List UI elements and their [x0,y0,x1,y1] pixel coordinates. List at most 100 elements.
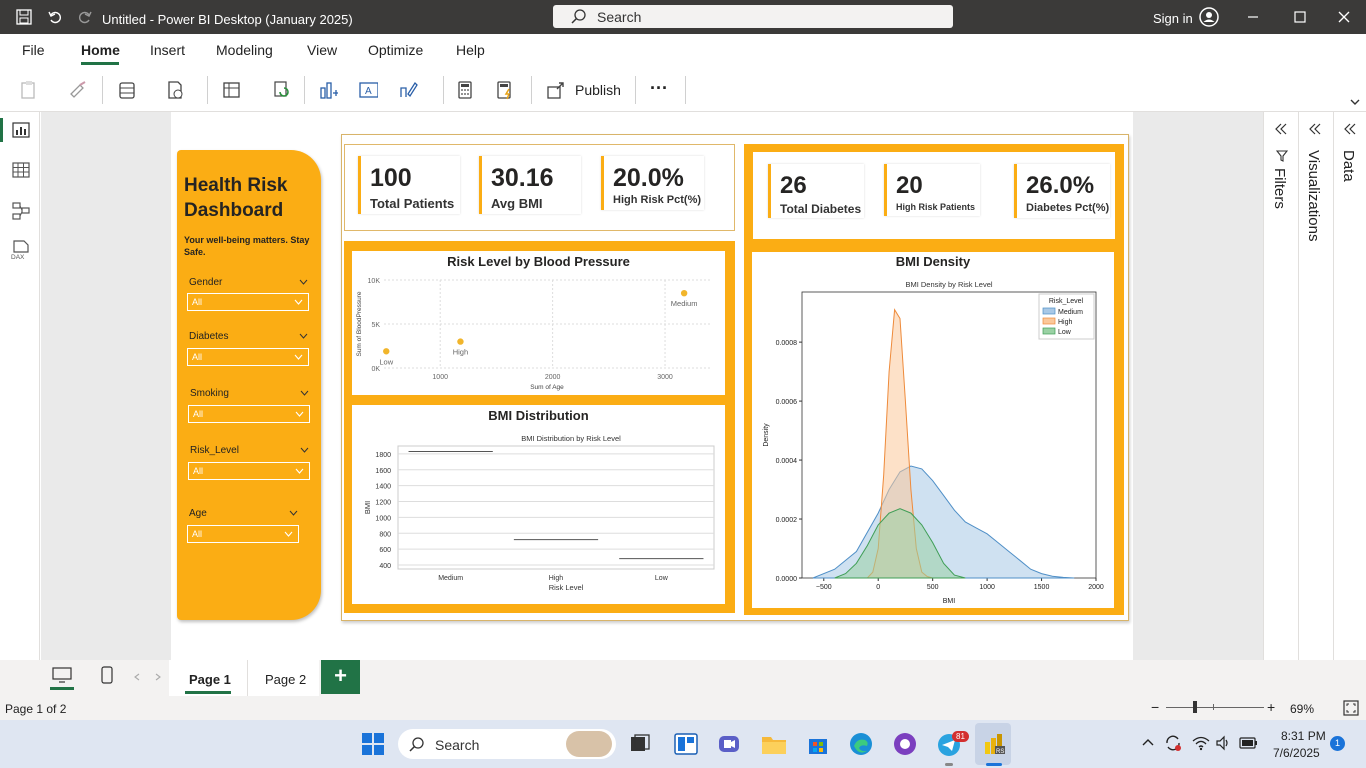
desktop-layout-icon[interactable] [52,667,72,683]
save-icon[interactable] [16,9,32,25]
collapse-ribbon-icon[interactable] [1349,97,1361,107]
power-bi-icon[interactable]: RS [982,732,1006,756]
kpi-card-total-diabetes[interactable]: 26 Total Diabetes [768,164,864,218]
clock-time[interactable]: 8:31 PM [1281,729,1326,743]
publish-button[interactable]: Publish [575,82,621,98]
more-options-button[interactable]: ··· [650,78,668,99]
menu-home[interactable]: Home [81,42,120,58]
widgets-icon[interactable] [674,732,698,756]
kpi-card-diabetes-pct[interactable]: 26.0% Diabetes Pct(%) [1014,164,1110,218]
kpi-card-total-patients[interactable]: 100 Total Patients [358,156,460,214]
get-data-icon[interactable] [118,80,138,100]
box-chart[interactable]: BMI Distribution by Risk Level 400 600 800 1… [352,425,725,603]
kpi-card-high-risk-pct[interactable]: 20.0% High Risk Pct(%) [601,156,704,210]
sync-icon[interactable] [1164,734,1182,752]
add-page-button[interactable]: + [321,660,360,694]
store-icon[interactable] [806,732,830,756]
scroll-right-icon[interactable] [154,673,162,681]
mobile-layout-icon[interactable] [101,666,113,684]
account-icon[interactable] [1199,7,1219,27]
diabetes-dropdown[interactable]: All [187,348,309,366]
zoom-slider[interactable] [1166,707,1264,708]
risk-level-dropdown[interactable]: All [188,462,310,480]
chevron-down-icon[interactable] [289,510,298,517]
data-pane-label[interactable]: Data [1340,150,1357,182]
model-view-icon[interactable] [12,202,30,220]
clock-date[interactable]: 7/6/2025 [1273,746,1320,760]
publish-icon[interactable] [546,80,566,100]
teams-icon[interactable] [717,732,741,756]
smoking-dropdown[interactable]: All [188,405,310,423]
edge-icon[interactable] [849,732,873,756]
zoom-out-button[interactable]: − [1151,699,1159,715]
refresh-icon[interactable] [272,80,292,100]
new-visual-icon[interactable] [318,80,338,100]
x-axis-label: Risk Level [549,583,584,592]
menu-modeling[interactable]: Modeling [216,42,273,58]
recent-sources-icon[interactable] [166,80,186,100]
paste-icon[interactable] [20,80,40,100]
dax-query-view-icon[interactable]: DAX [10,240,32,260]
zoom-slider-thumb[interactable] [1193,701,1197,713]
transform-data-icon[interactable] [222,80,242,100]
density-chart[interactable]: BMI Density by Risk Level −500 0 500 1000 150… [752,272,1114,608]
expand-visualizations-icon[interactable] [1308,123,1322,135]
zoom-in-button[interactable]: + [1267,699,1275,715]
slicer-diabetes[interactable]: Diabetes All [187,331,311,371]
menu-insert[interactable]: Insert [150,42,185,58]
age-dropdown[interactable]: All [187,525,299,543]
filters-pane-label[interactable]: Filters [1271,168,1288,209]
github-icon[interactable] [893,732,917,756]
file-explorer-icon[interactable] [761,732,787,756]
menu-optimize[interactable]: Optimize [368,42,423,58]
chevron-down-icon[interactable] [300,447,309,454]
taskbar-search[interactable]: Search [398,729,616,759]
scroll-left-icon[interactable] [133,673,141,681]
menu-view[interactable]: View [307,42,337,58]
battery-icon[interactable] [1239,736,1259,750]
minimize-icon[interactable] [1247,11,1259,23]
wifi-icon[interactable] [1192,735,1210,751]
windows-start-icon[interactable] [362,733,384,755]
slicer-smoking[interactable]: Smoking All [188,388,312,428]
format-painter-icon[interactable] [68,80,88,100]
undo-icon[interactable] [47,9,63,25]
chevron-down-icon[interactable] [299,279,308,286]
visualizations-pane-label[interactable]: Visualizations [1305,150,1322,241]
chevron-down-icon[interactable] [300,390,309,397]
chevron-down-icon [284,531,293,537]
close-icon[interactable] [1338,11,1350,23]
svg-text:RS: RS [996,749,1004,755]
slicer-age[interactable]: Age All [187,508,311,548]
fit-to-page-icon[interactable] [1343,700,1359,716]
chevron-down-icon[interactable] [299,333,308,340]
chevron-down-icon [295,411,304,417]
scatter-chart[interactable]: 0K 5K 10K 1000 2000 3000 Sum of Age Sum of Bloo… [352,268,725,395]
tab-page-2[interactable]: Page 2 [247,660,319,696]
report-view-icon[interactable] [12,122,30,138]
kpi-card-avg-bmi[interactable]: 30.16 Avg BMI [479,156,581,214]
redo-icon[interactable] [77,9,93,25]
table-view-icon[interactable] [12,162,30,178]
tab-page-1[interactable]: Page 1 [169,660,247,696]
task-view-icon[interactable] [629,733,651,755]
text-box-icon[interactable]: A [358,80,378,100]
new-measure-icon[interactable] [456,80,476,100]
expand-filters-icon[interactable] [1274,123,1288,135]
more-visuals-icon[interactable] [398,80,418,100]
slicer-gender[interactable]: Gender All [187,277,311,317]
kpi-card-high-risk-patients[interactable]: 20 High Risk Patients [884,164,980,216]
gender-dropdown[interactable]: All [187,293,309,311]
slicer-risk-level[interactable]: Risk_Level All [188,445,312,485]
menu-file[interactable]: File [22,42,45,58]
maximize-icon[interactable] [1294,11,1306,23]
quick-measure-icon[interactable] [495,80,515,100]
menu-help[interactable]: Help [456,42,485,58]
expand-data-icon[interactable] [1343,123,1357,135]
chevron-up-icon[interactable] [1141,737,1155,747]
volume-icon[interactable] [1215,735,1231,751]
sign-in-link[interactable]: Sign in [1153,11,1193,26]
search-box[interactable]: Search [553,5,953,28]
notification-badge[interactable]: 1 [1330,736,1345,751]
slicer-panel: Health Risk Dashboard Your well-being ma… [177,150,321,620]
